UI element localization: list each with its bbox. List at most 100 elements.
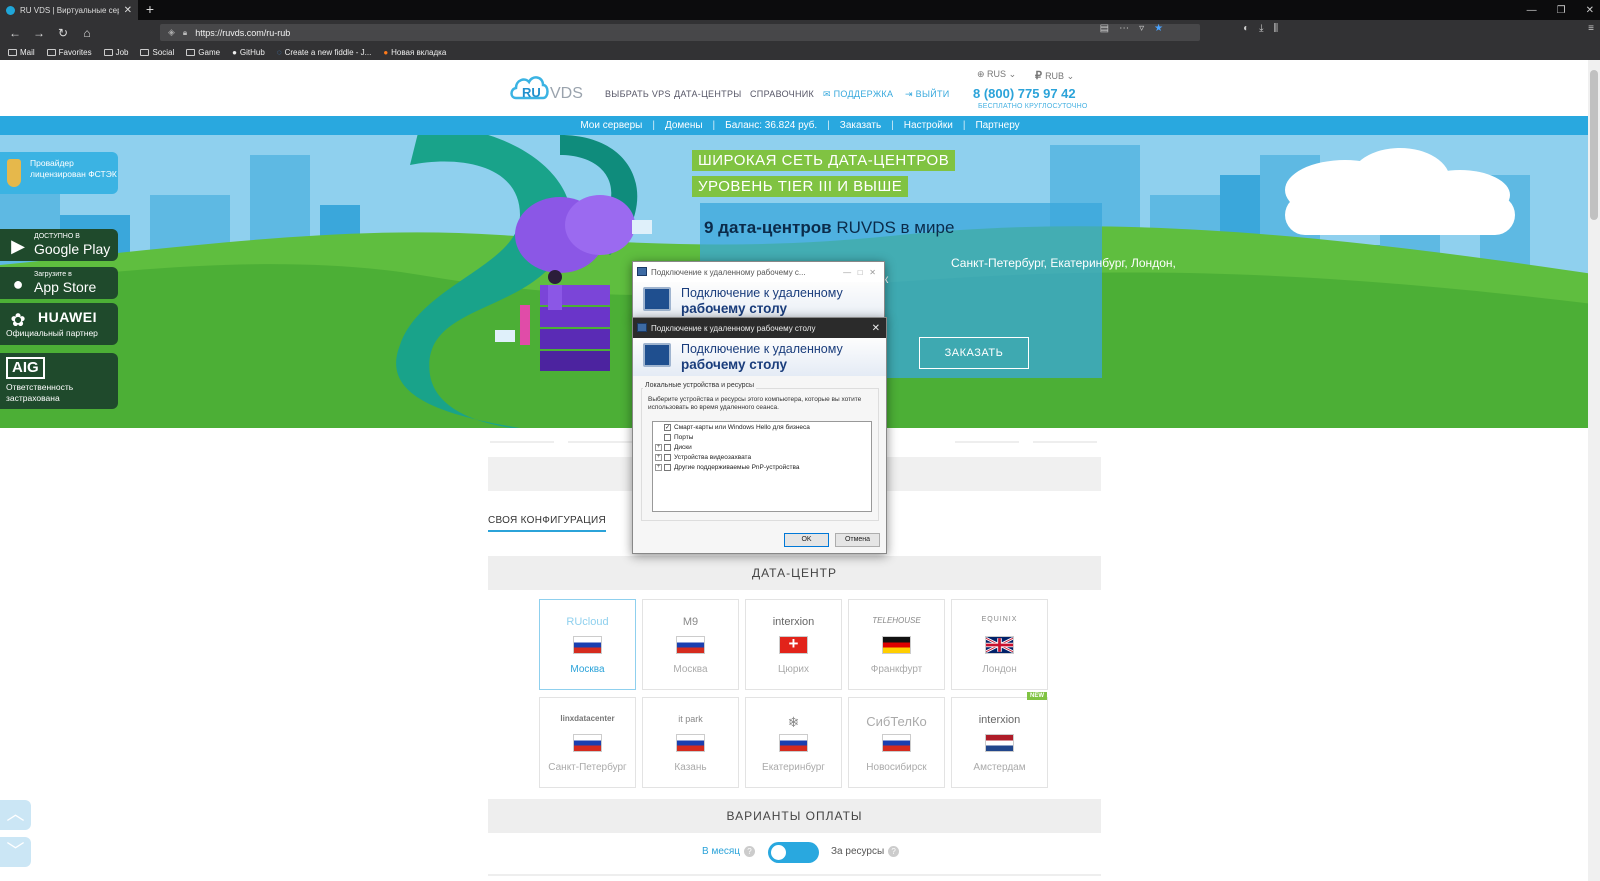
subnav-partner[interactable]: Партнеру (965, 120, 1029, 131)
expand-icon[interactable]: + (655, 443, 662, 451)
cancel-button[interactable]: Отмена (835, 533, 880, 547)
pay-monthly-label[interactable]: В месяц? (702, 846, 756, 857)
bookmark-fiddle[interactable]: ◌ Create a new fiddle - J... (277, 48, 371, 57)
bookmark-job[interactable]: Job (103, 48, 128, 57)
pay-resources-label[interactable]: За ресурсы? (831, 846, 900, 857)
subnav-order[interactable]: Заказать (830, 120, 891, 131)
scroll-up-button[interactable]: ︿ (0, 800, 31, 830)
window-buttons[interactable]: — □ ✕ (843, 268, 876, 277)
dc-card-frankfurt[interactable]: TELEHOUSE Франкфурт (848, 599, 945, 690)
url-bar[interactable]: ◈ 🔒︎ https://ruvds.com/ru-rub (160, 24, 1200, 41)
dc-card-moscow-rucloud[interactable]: RUcloud Москва (539, 599, 636, 690)
lock-icon[interactable]: 🔒︎ (183, 28, 187, 38)
checkbox[interactable]: ✓ (664, 423, 671, 431)
new-tab-button[interactable]: + (142, 0, 158, 20)
bookmark-social[interactable]: Social (140, 48, 174, 57)
help-icon[interactable]: ? (888, 846, 900, 857)
download-icon[interactable]: ⤓ (1259, 23, 1263, 34)
ok-button[interactable]: OK (784, 533, 829, 547)
hero-order-button[interactable]: ЗАКАЗАТЬ (919, 337, 1029, 369)
close-tab-icon[interactable]: ✕ (124, 5, 138, 16)
subnav-my-servers[interactable]: Мои серверы (570, 120, 652, 131)
reload-icon[interactable]: ↻ (54, 24, 72, 42)
dc-card-ekaterinburg[interactable]: ❄ Екатеринбург (745, 697, 842, 788)
dialog-banner: Подключение к удаленному рабочему столу (633, 338, 886, 376)
russia-flag-icon (573, 636, 602, 654)
germany-flag-icon (882, 636, 911, 654)
divider (568, 441, 632, 443)
checkbox[interactable] (664, 433, 671, 441)
nav-choose-vps[interactable]: ВЫБРАТЬ VPS (605, 89, 671, 99)
currency-select[interactable]: ₽ RUB ⌄ (1035, 69, 1074, 82)
browser-tab[interactable]: RU VDS | Виртуальные серве... ✕ (0, 0, 138, 20)
tab-custom-config[interactable]: СВОЯ КОНФИГУРАЦИЯ (488, 515, 606, 532)
aig-badge[interactable]: AIG Ответственность застрахована (0, 353, 118, 409)
nav-support[interactable]: ✉ ПОДДЕРЖКА (823, 89, 893, 100)
device-item-drives[interactable]: + Диски (653, 442, 871, 452)
device-item-video-capture[interactable]: + Устройства видеозахвата (653, 452, 871, 462)
shield-icon[interactable]: ◈ (168, 27, 175, 38)
library-icon[interactable]: ⫼ (1274, 23, 1279, 34)
close-dialog-icon[interactable]: ✕ (872, 323, 880, 334)
extension-icon[interactable]: ◐ (1243, 23, 1249, 34)
subnav-domains[interactable]: Домены (655, 120, 713, 131)
firefox-icon: ● (383, 48, 389, 57)
pocket-icon[interactable]: ▿ (1139, 23, 1144, 34)
app-store-badge[interactable]: ● Загрузите в App Store (0, 267, 118, 299)
device-item-ports[interactable]: Порты (653, 432, 871, 442)
expand-icon[interactable]: + (655, 453, 662, 461)
fstek-badge[interactable]: Провайдер лицензирован ФСТЭК (0, 152, 118, 194)
subnav-settings[interactable]: Настройки (894, 120, 963, 131)
language-select[interactable]: ⊕ RUS ⌄ (977, 69, 1016, 80)
star-icon[interactable]: ★ (1154, 23, 1163, 34)
checkbox[interactable] (664, 453, 671, 461)
dc-card-novosibirsk[interactable]: СибТелКо Новосибирск (848, 697, 945, 788)
dc-card-london[interactable]: EQUINIX Лондон (951, 599, 1048, 690)
rdp-dialog-background[interactable]: Подключение к удаленному рабочему с... —… (632, 261, 885, 320)
subnav-balance[interactable]: Баланс: 36.824 руб. (715, 120, 827, 131)
dc-card-kazan[interactable]: it park Казань (642, 697, 739, 788)
payment-mode-toggle[interactable] (768, 842, 819, 863)
scroll-down-button[interactable]: ﹀ (0, 837, 31, 867)
back-icon[interactable]: ← (6, 24, 24, 42)
nav-reference[interactable]: СПРАВОЧНИК (750, 89, 814, 99)
bookmark-game[interactable]: Game (186, 48, 220, 57)
home-icon[interactable]: ⌂ (78, 24, 96, 42)
scrollbar-thumb[interactable] (1590, 70, 1598, 220)
help-icon[interactable]: ? (744, 846, 756, 857)
switzerland-flag-icon (779, 634, 808, 654)
restore-icon[interactable]: ❐ (1557, 5, 1566, 16)
google-play-badge[interactable]: ▶ ДОСТУПНО В Google Play (0, 229, 118, 261)
rdp-local-resources-dialog[interactable]: Подключение к удаленному рабочему столу … (632, 317, 887, 554)
dc-card-zurich[interactable]: interxion Цюрих (745, 599, 842, 690)
expand-icon[interactable]: + (655, 463, 662, 471)
nav-datacenters[interactable]: ДАТА-ЦЕНТРЫ (674, 89, 742, 99)
dc-card-moscow-m9[interactable]: M9 Москва (642, 599, 739, 690)
ruvds-logo[interactable]: RU VDS (510, 70, 592, 106)
device-list[interactable]: ✓ Смарт-карты или Windows Hello для бизне… (652, 421, 872, 512)
minimize-icon[interactable]: — (1527, 5, 1537, 16)
more-icon[interactable]: ⋯ (1119, 23, 1129, 34)
huawei-badge[interactable]: HUAWEI ✿ Официальный партнер (0, 303, 118, 345)
bookmark-mail[interactable]: Mail (8, 48, 35, 57)
forward-icon[interactable]: → (30, 24, 48, 42)
checkbox[interactable] (664, 463, 671, 471)
device-item-pnp[interactable]: + Другие поддерживаемые PnP-устройства (653, 462, 871, 472)
dialog-titlebar[interactable]: Подключение к удаленному рабочему с... —… (633, 262, 884, 282)
bookmark-favorites[interactable]: Favorites (46, 48, 92, 57)
nav-logout[interactable]: ⇥ ВЫЙТИ (905, 89, 950, 100)
phone-number[interactable]: 8 (800) 775 97 42 (973, 86, 1076, 101)
dc-card-saint-petersburg[interactable]: linxdatacenter Санкт-Петербург (539, 697, 636, 788)
close-window-icon[interactable]: ✕ (1586, 5, 1594, 16)
menu-icon[interactable]: ≡ (1588, 23, 1594, 34)
reader-icon[interactable]: ▤ (1100, 23, 1109, 34)
checkbox[interactable] (664, 443, 671, 451)
dialog-titlebar[interactable]: Подключение к удаленному рабочему столу … (633, 318, 886, 338)
url-text: https://ruvds.com/ru-rub (195, 27, 291, 38)
bookmark-new-tab[interactable]: ● Новая вкладка (383, 48, 446, 57)
dc-card-amsterdam[interactable]: NEW interxion Амстердам (951, 692, 1048, 788)
russia-flag-icon (573, 734, 602, 752)
bookmark-github[interactable]: ● GitHub (232, 48, 265, 57)
device-item-smartcards[interactable]: ✓ Смарт-карты или Windows Hello для бизне… (653, 422, 871, 432)
logout-icon: ⇥ (905, 89, 916, 99)
